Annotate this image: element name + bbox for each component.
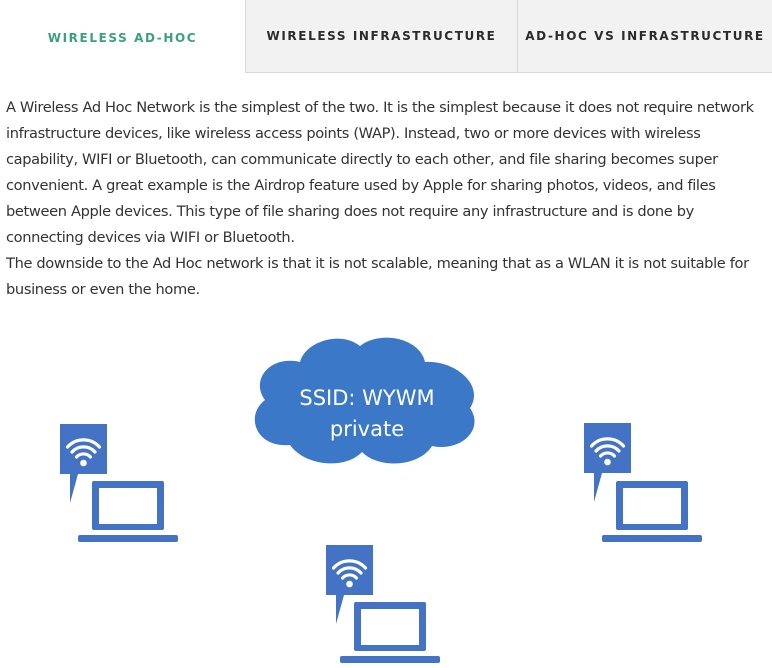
device-right: [582, 421, 702, 542]
ssid-text: SSID: WYWM: [299, 386, 434, 410]
ssid-subtext: private: [330, 417, 404, 441]
laptop-icon: [602, 481, 702, 542]
paragraph-intro: A Wireless Ad Hoc Network is the simples…: [6, 99, 754, 246]
tab-wireless-infrastructure[interactable]: WIRELESS INFRASTRUCTURE: [245, 0, 517, 73]
device-left: [58, 422, 178, 542]
tab-ad-hoc-vs-infrastructure[interactable]: AD-HOC VS INFRASTRUCTURE: [517, 0, 772, 73]
device-bottom: [324, 543, 440, 663]
article-content: A Wireless Ad Hoc Network is the simples…: [6, 95, 766, 303]
ad-hoc-network-diagram: SSID: WYWM private: [58, 337, 702, 663]
laptop-icon: [78, 481, 178, 542]
tab-bar: WIRELESS AD-HOC WIRELESS INFRASTRUCTURE …: [0, 0, 772, 73]
tab-wireless-ad-hoc[interactable]: WIRELESS AD-HOC: [0, 0, 245, 73]
paragraph-downside: The downside to the Ad Hoc network is th…: [6, 255, 749, 298]
laptop-icon: [340, 602, 440, 663]
